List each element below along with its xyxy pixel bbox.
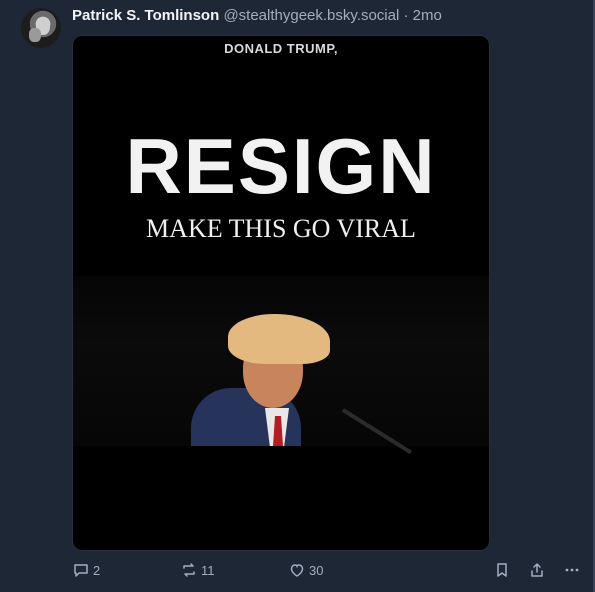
action-bar: 2 11 30 [0,562,595,582]
reply-count: 2 [93,562,101,578]
image-sub-text: MAKE THIS GO VIRAL [146,214,416,243]
person-hair [228,314,330,364]
repost-button[interactable]: 11 [181,562,215,578]
reply-button[interactable]: 2 [73,562,100,578]
repost-icon [183,563,195,577]
like-button[interactable]: 30 [289,562,323,578]
more-icon [565,568,579,572]
more-button[interactable] [564,562,580,578]
like-icon [290,564,304,577]
like-count: 30 [309,562,324,578]
bookmark-button[interactable] [494,562,510,578]
post-image[interactable]: DONALD TRUMP, RESIGN MAKE THIS GO VIRAL [72,35,490,551]
post-header: Patrick S. Tomlinson @stealthygeek.bsky.… [72,7,442,25]
image-top-text: DONALD TRUMP, [224,41,338,56]
author-name[interactable]: Patrick S. Tomlinson [72,7,219,24]
reply-icon [74,564,88,577]
avatar[interactable] [21,8,61,48]
share-button[interactable] [529,562,545,578]
bookmark-icon [497,563,507,577]
avatar-hand [29,28,41,42]
repost-count: 11 [201,562,215,578]
post-time[interactable]: · 2mo [403,7,441,24]
share-icon [531,563,543,577]
image-main-text: RESIGN [125,122,437,210]
author-handle[interactable]: @stealthygeek.bsky.social [223,7,399,24]
